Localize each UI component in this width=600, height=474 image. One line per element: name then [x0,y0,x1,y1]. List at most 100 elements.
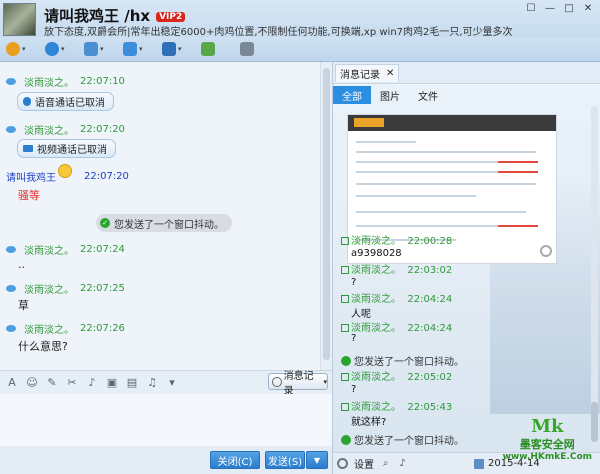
contact-badge-icon [6,285,16,292]
voice-call-button[interactable]: ▾ [6,40,34,58]
app-button[interactable] [201,40,229,58]
search-icon[interactable]: ⌕ [380,458,391,469]
voice-message-icon[interactable]: ♪ [86,376,98,389]
checkbox-icon [341,324,349,332]
history-panel: 消息记录 ✕ 全部 图片 文件 淡雨淡之。 22:00:28 a9398028 … [332,62,600,474]
history-message-header: 淡雨淡之。 22:04:24 [341,290,452,305]
filter-files[interactable]: 文件 [409,86,447,104]
zoom-icon[interactable] [540,245,552,257]
minimize-icon[interactable]: — [542,2,558,16]
video-call-cancelled-bubble: 视频通话已取消 [17,139,116,158]
file-transfer-button[interactable]: ▾ [123,40,151,58]
sender-name: 淡雨淡之。 [24,246,74,257]
maximize-icon[interactable]: □ [561,2,577,16]
system-notice: ✓ 您发送了一个窗口抖动。 [96,214,232,232]
magic-icon[interactable]: ✎ [46,376,58,389]
gear-icon[interactable] [337,458,348,469]
message-header: 淡雨淡之。 22:07:26 [6,321,125,336]
message-input[interactable] [0,394,332,446]
contact-badge-icon [6,246,16,253]
sender-name: 淡雨淡之。 [24,285,74,296]
message-text: 草 [18,299,29,312]
mic-icon [6,42,20,56]
check-icon [341,434,351,445]
emoji-icon[interactable]: ☺ [26,376,38,389]
history-scrollbar[interactable] [591,106,598,452]
more-icon [240,42,254,56]
picture-icon[interactable]: ▤ [126,376,138,389]
message-time: 22:07:24 [80,244,125,255]
watermark: Mk 墨客安全网 www.HKmkE.Com [503,418,592,463]
mic-icon [23,97,31,106]
remote-desktop-button[interactable]: ▾ [162,40,190,58]
history-system-notice: 您发送了一个窗口抖动。 [341,432,464,447]
camera-icon [45,42,59,56]
history-message-header: 淡雨淡之。 22:05:02 [341,368,452,383]
chevron-down-icon: ▼ [313,455,321,465]
contact-badge-icon [6,126,16,133]
message-scrollbar[interactable] [320,62,332,370]
contact-badge-icon [6,78,16,85]
screen-share-icon [84,42,98,56]
settings-label[interactable]: 设置 [354,456,374,471]
voice-call-cancelled-bubble: 语音通话已取消 [17,92,114,111]
history-message-text: 人呢 [351,309,371,320]
history-message-header: 淡雨淡之。 22:03:02 [341,261,452,276]
history-message-text: ? [351,384,357,395]
message-time: 22:07:25 [80,283,125,294]
avatar[interactable] [3,3,36,36]
send-options-button[interactable]: ▼ [306,451,328,469]
skin-icon[interactable]: ☐ [523,2,539,16]
message-header: 淡雨淡之。 22:07:10 [6,74,125,89]
scrollbar-thumb[interactable] [591,402,598,442]
sender-name: 淡雨淡之。 [24,126,74,137]
checkbox-icon [341,295,349,303]
tab-label: 消息记录 [340,70,380,81]
clock-icon [272,376,282,387]
tab-history[interactable]: 消息记录 ✕ [335,64,400,82]
history-system-notice: 您发送了一个窗口抖动。 [341,353,464,368]
message-time: 22:07:10 [80,76,125,87]
desktop-icon [162,42,176,56]
message-time: 22:07:20 [80,124,125,135]
app-icon [201,42,215,56]
check-icon: ✓ [100,218,110,228]
message-header: 淡雨淡之。 22:07:20 [6,122,125,137]
chat-toolbar: ▾ ▾ ▾ ▾ ▾ [0,37,600,62]
more-tools-icon[interactable]: ▾ [166,376,178,389]
calendar-icon [474,458,484,469]
font-icon[interactable]: A [6,376,18,389]
music-icon[interactable]: ♫ [146,376,158,389]
speaker-icon[interactable]: ♪ [397,458,408,469]
sender-name: 请叫我鸡王 [6,173,56,184]
message-history-button[interactable]: 消息记录 ▾ [268,371,328,397]
video-call-button[interactable]: ▾ [45,40,73,58]
checkbox-icon [341,373,349,381]
history-tabbar: 消息记录 ✕ [333,62,600,84]
contact-badge-icon [6,325,16,332]
filter-all[interactable]: 全部 [333,86,371,104]
message-time: 22:07:20 [84,171,129,182]
sender-name: 淡雨淡之。 [24,325,74,336]
close-icon[interactable]: ✕ [580,2,596,16]
scrollbar-thumb[interactable] [323,68,330,360]
close-button[interactable]: 关闭(C) [210,451,260,469]
history-message-text: 就这样? [351,417,387,428]
filter-images[interactable]: 图片 [371,86,409,104]
bubble-text: 语音通话已取消 [35,98,105,109]
smiley-icon [58,164,72,178]
message-time: 22:07:26 [80,323,125,334]
history-label: 消息记录 [283,370,314,397]
send-button[interactable]: 发送(S) [265,451,305,469]
message-text: 什么意思? [18,340,68,353]
history-message-header: 淡雨淡之。 22:00:28 [341,232,452,247]
image-icon[interactable]: ▣ [106,376,118,389]
remote-assist-button[interactable]: ▾ [84,40,112,58]
sender-name: 淡雨淡之。 [24,78,74,89]
message-header: 淡雨淡之。 22:07:24 [6,242,125,257]
more-button[interactable] [240,40,268,58]
chat-header: 请叫我鸡王 /hx VIP2 放下态度,双爵会所|常年出稳定6000+肉鸡位置,不… [0,0,600,38]
screenshot-icon[interactable]: ✂ [66,376,78,389]
close-icon[interactable]: ✕ [386,68,394,79]
bubble-text: 视频通话已取消 [37,145,107,156]
